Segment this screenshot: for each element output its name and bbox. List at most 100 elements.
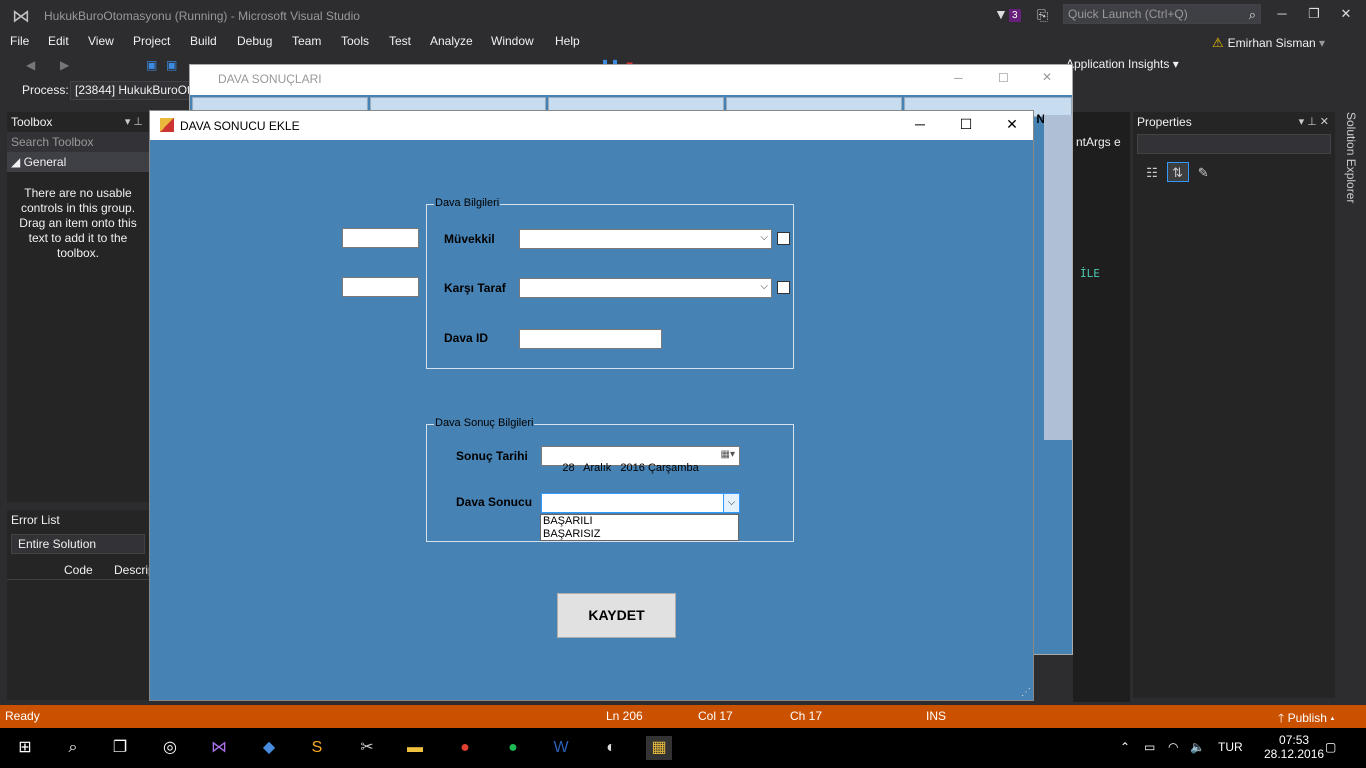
maximize-button[interactable]: ❐ [1304,6,1324,26]
tray-chevron-icon[interactable]: ⌃ [1120,740,1130,754]
toolbox-title: Toolbox [11,115,53,129]
visual-studio-icon[interactable]: ⋈ [206,736,232,760]
notification-filter-icon[interactable]: ▼ [994,6,1008,22]
sonuc-tarihi-label: Sonuç Tarihi [456,449,528,463]
search-icon[interactable]: ⌕ [60,736,86,760]
tools-icon[interactable]: ✂ [354,736,380,760]
save-all-icon[interactable]: ▣ [166,58,177,72]
windows-start-icon[interactable]: ⊞ [12,736,38,760]
solution-explorer-tab[interactable]: Solution Explorer [1340,112,1358,232]
maximize-button[interactable]: ☐ [998,71,1009,85]
feedback-icon[interactable]: ⎘ [1037,7,1048,24]
app-icon[interactable]: ◐ [598,736,624,760]
minimize-button[interactable]: ─ [1272,6,1292,26]
error-scope-select[interactable]: Entire Solution [11,534,145,554]
menu-tools[interactable]: Tools [341,34,369,48]
menu-test[interactable]: Test [389,34,411,48]
chrome-icon[interactable]: ● [452,736,478,760]
close-button[interactable]: ✕ [1042,70,1052,84]
back-window-titlebar: DAVA SONUÇLARI ─ ☐ ✕ [190,65,1072,95]
collapse-icon: ◢ [11,155,24,169]
forward-icon[interactable]: ▶ [60,58,69,72]
chevron-down-icon: ▾ [1319,36,1326,50]
toolbox-group-general[interactable]: ◢ General [7,152,149,172]
battery-icon[interactable]: ▭ [1144,740,1155,754]
karsi-taraf-id-input[interactable] [342,277,419,297]
warning-icon: ⚠ [1212,35,1224,50]
pin-icon[interactable]: ▾ ⊥ [125,115,143,128]
dava-sonucu-dropdown: BAŞARILI BAŞARISIZ [540,514,739,541]
menu-analyze[interactable]: Analyze [430,34,473,48]
calendar-icon[interactable]: ▦▾ [721,449,735,460]
menu-window[interactable]: Window [491,34,534,48]
user-account[interactable]: ⚠ Emirhan Sisman ▾ [1212,35,1325,51]
language-indicator[interactable]: TUR [1218,740,1243,754]
minimize-button[interactable]: ─ [954,71,963,85]
minimize-button[interactable]: ─ [910,116,930,136]
dava-sonucu-ekle-dialog: DAVA SONUCU EKLE ─ ☐ ✕ Dava Bilgileri Mü… [149,110,1034,701]
karsi-taraf-checkbox[interactable] [777,281,790,294]
save-icon[interactable]: ▣ [146,58,157,72]
categorized-icon[interactable]: ☷ [1141,163,1163,183]
word-icon[interactable]: W [548,736,574,760]
quick-launch-input[interactable]: Quick Launch (Ctrl+Q) ⌕ [1063,4,1261,24]
dava-sonucu-label: Dava Sonucu [456,495,533,509]
pin-icon[interactable]: ▾ ⊥ ✕ [1299,115,1329,128]
maximize-button[interactable]: ☐ [956,116,976,136]
properties-object-select[interactable] [1137,134,1331,154]
clock[interactable]: 07:53 28.12.2016 [1264,733,1324,761]
option-basarili[interactable]: BAŞARILI [541,515,738,528]
menu-edit[interactable]: Edit [48,34,69,48]
menu-project[interactable]: Project [133,34,170,48]
toolbox-header: Toolbox ▾ ⊥ [7,112,149,132]
sonuc-tarihi-datepicker[interactable]: 28 Aralık 2016 Çarşamba ▦▾ [541,446,740,474]
app-icon [160,118,174,132]
publish-button[interactable]: 🡑 Publish ▴ [1278,709,1335,730]
volume-icon[interactable]: 🔈 [1190,740,1205,754]
status-state: Ready [5,709,40,723]
menu-view[interactable]: View [88,34,114,48]
sublime-icon[interactable]: S [304,736,330,760]
menu-file[interactable]: File [10,34,29,48]
process-label: Process: [22,83,69,97]
kaydet-button[interactable]: KAYDET [557,593,676,638]
muvekkil-id-input[interactable] [342,228,419,248]
wifi-icon[interactable]: ◠ [1168,740,1178,754]
muvekkil-select[interactable]: ⌵ [519,229,772,249]
notification-badge[interactable]: 3 [1009,9,1021,22]
process-select[interactable]: [23844] HukukBuroOt [70,81,195,100]
properties-title: Properties [1137,115,1192,129]
running-app-icon[interactable]: ▦ [646,736,672,760]
property-pages-icon[interactable]: ✎ [1192,163,1214,183]
task-view-icon[interactable]: ❐ [107,736,133,760]
search-icon: ⌕ [1248,7,1256,22]
application-insights-button[interactable]: Application Insights ▾ [1066,57,1179,71]
toolbox-panel: Toolbox ▾ ⊥ Search Toolbox ◢ General The… [7,112,149,502]
action-center-icon[interactable]: ▢ [1325,740,1336,754]
toolbox-search-input[interactable]: Search Toolbox [7,132,149,152]
resize-grip-icon[interactable]: ⋰ [1021,687,1031,698]
file-explorer-icon[interactable]: ▬ [402,736,428,760]
spotify-icon[interactable]: ● [500,736,526,760]
column-code[interactable]: Code [64,563,93,577]
menu-debug[interactable]: Debug [237,34,272,48]
code-editor[interactable] [1073,112,1130,702]
option-basarisiz[interactable]: BAŞARISIZ [541,528,738,541]
error-list-columns: Code Descrip [7,560,155,580]
dava-id-input[interactable] [519,329,662,349]
back-icon[interactable]: ◀ [26,58,35,72]
user-name: Emirhan Sisman [1227,36,1316,50]
menu-build[interactable]: Build [190,34,217,48]
alphabetical-icon[interactable]: ⇅ [1166,162,1189,182]
close-button[interactable]: ✕ [1336,6,1356,26]
dava-sonucu-select[interactable]: ⌵ [541,493,740,513]
cortana-app-icon[interactable]: ◎ [157,736,183,760]
visual-studio-logo-icon: ⋈ [12,6,30,26]
back-window-grid[interactable] [1044,115,1072,440]
karsi-taraf-select[interactable]: ⌵ [519,278,772,298]
menu-team[interactable]: Team [292,34,321,48]
close-button[interactable]: ✕ [1002,116,1022,136]
menu-help[interactable]: Help [555,34,580,48]
muvekkil-checkbox[interactable] [777,232,790,245]
python-icon[interactable]: ◆ [256,736,282,760]
